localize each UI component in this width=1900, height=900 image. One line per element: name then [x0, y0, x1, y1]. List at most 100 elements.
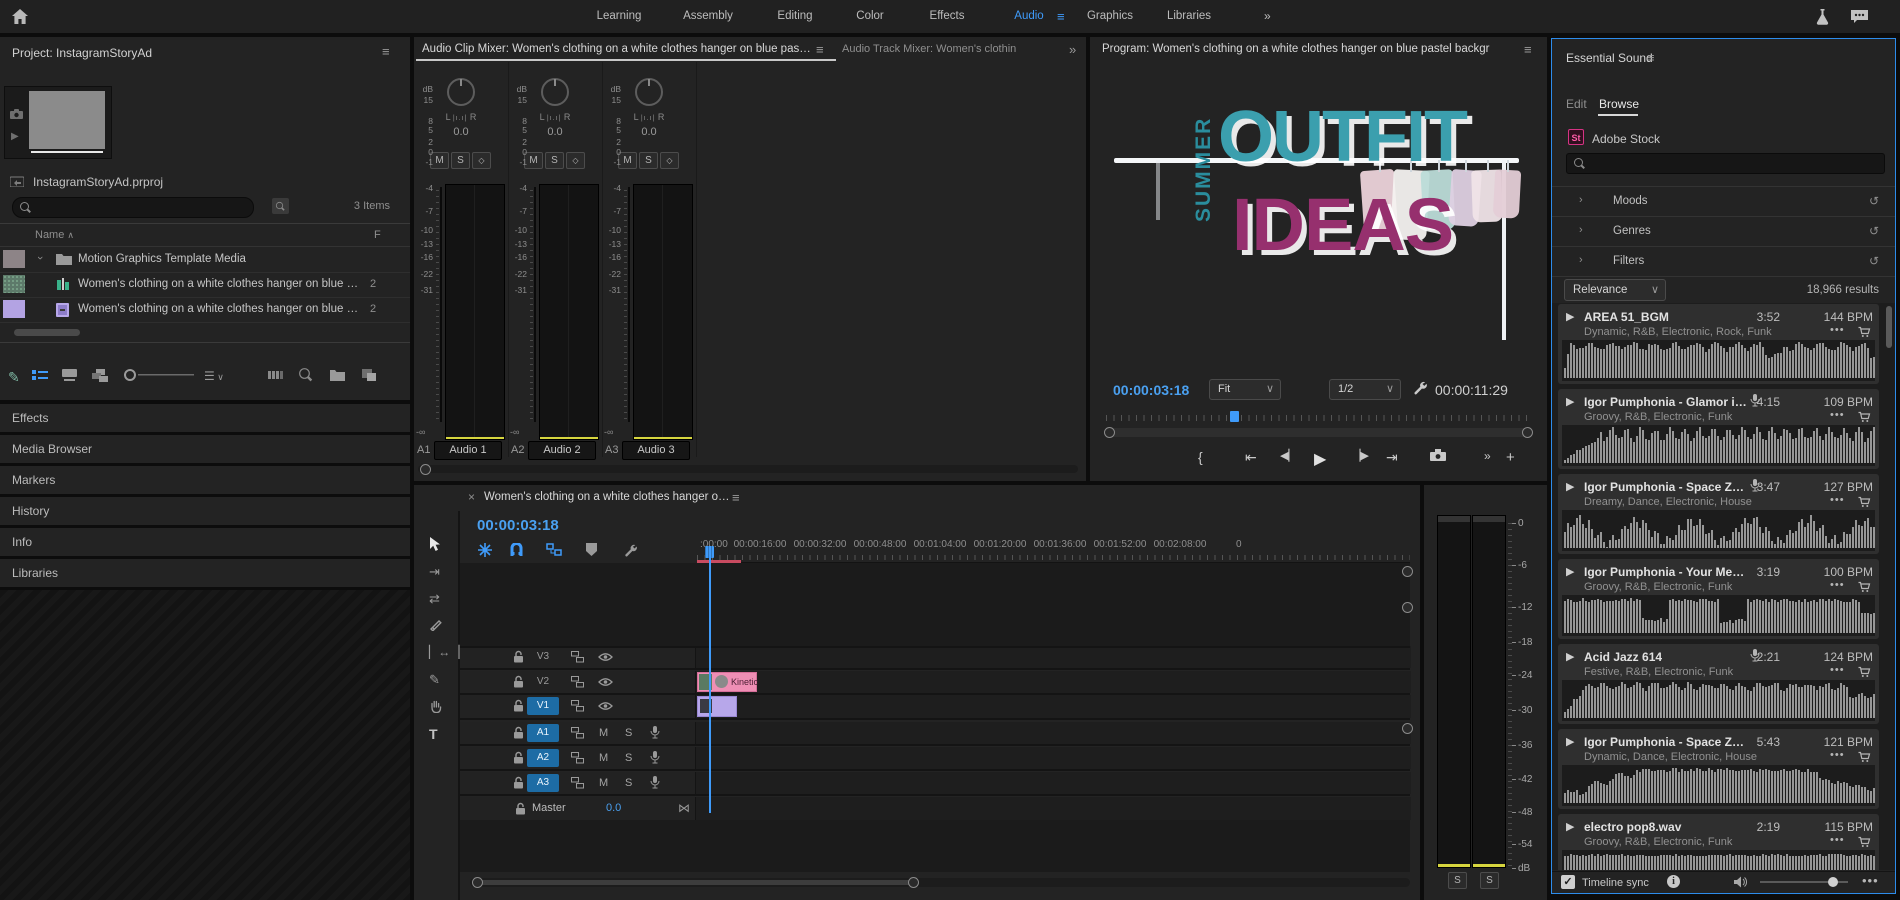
add-to-cart-icon[interactable]: [1858, 411, 1871, 423]
track-title[interactable]: Igor Pumphonia - Space Zone X3(2): [1584, 480, 1749, 494]
find-icon[interactable]: [300, 369, 309, 381]
mixer-tab-overflow[interactable]: »: [1069, 42, 1076, 57]
timeline-sync-checkbox[interactable]: ✓: [1561, 875, 1575, 889]
add-marker-icon[interactable]: {: [1198, 449, 1203, 465]
sync-lock-icon[interactable]: [571, 651, 584, 663]
sync-lock-icon[interactable]: [571, 777, 584, 789]
play-icon[interactable]: ▶: [1566, 395, 1574, 408]
lock-icon[interactable]: [513, 776, 524, 789]
play-icon[interactable]: ▶: [1566, 565, 1574, 578]
lock-icon[interactable]: [513, 699, 524, 712]
workspace-tab-editing[interactable]: Editing: [777, 10, 812, 22]
freeform-view-icon[interactable]: [92, 369, 108, 382]
play-icon[interactable]: ▶: [1566, 735, 1574, 748]
play-icon[interactable]: ▶: [1566, 310, 1574, 323]
sync-lock-icon[interactable]: [571, 727, 584, 739]
track-target-a3[interactable]: A3: [527, 774, 559, 792]
mic-icon[interactable]: [650, 776, 660, 789]
essential-sound-menu[interactable]: ≡: [1647, 50, 1655, 65]
es-scrollbar[interactable]: [1886, 306, 1892, 348]
more-options-icon[interactable]: •••: [1830, 409, 1845, 421]
play-icon[interactable]: ▶: [1566, 480, 1574, 493]
info-icon[interactable]: i: [1667, 875, 1680, 888]
list-view-icon[interactable]: [32, 369, 48, 381]
tab-audio-clip-mixer[interactable]: Audio Clip Mixer: Women's clothing on a …: [422, 43, 812, 55]
section-filters[interactable]: › Filters ↺: [1552, 246, 1895, 276]
find-bin-icon[interactable]: [272, 198, 289, 214]
section-genres[interactable]: › Genres ↺: [1552, 216, 1895, 246]
play-icon[interactable]: ▶: [1566, 650, 1574, 663]
pen-tool-icon[interactable]: ✎: [8, 369, 20, 386]
track-title[interactable]: Acid Jazz 614: [1584, 650, 1749, 664]
program-panel-title[interactable]: Program: Women's clothing on a white clo…: [1102, 43, 1512, 55]
track-title[interactable]: Igor Pumphonia - Your Measurement (O...: [1584, 565, 1749, 579]
track-name-field[interactable]: Audio 2: [528, 441, 596, 460]
column-name[interactable]: Name ∧: [35, 229, 74, 241]
sync-lock-icon[interactable]: [571, 676, 584, 688]
workspace-tab-effects[interactable]: Effects: [930, 10, 965, 22]
timeline-hscrollbar[interactable]: [470, 878, 1410, 887]
panel-header-info[interactable]: Info: [0, 528, 410, 556]
eye-icon[interactable]: [598, 652, 613, 662]
slip-tool[interactable]: ▏↔▕: [429, 645, 459, 659]
timeline-empty-area[interactable]: [460, 820, 1410, 872]
waveform[interactable]: [1562, 595, 1875, 636]
video-track-v3[interactable]: V3: [460, 646, 1410, 670]
reset-icon[interactable]: ↺: [1869, 194, 1879, 208]
add-to-cart-icon[interactable]: [1858, 751, 1871, 763]
track-target-v2[interactable]: V2: [527, 673, 559, 691]
reset-icon[interactable]: ↺: [1869, 224, 1879, 238]
more-icon[interactable]: •••: [1862, 873, 1879, 888]
step-back-icon[interactable]: ◀▏: [1280, 449, 1297, 462]
add-marker-icon[interactable]: [586, 543, 597, 556]
panel-header-markers[interactable]: Markers: [0, 466, 410, 494]
selection-tool[interactable]: [429, 537, 441, 552]
speaker-icon[interactable]: [1734, 876, 1747, 888]
more-options-icon[interactable]: •••: [1830, 834, 1845, 846]
row-label[interactable]: Women's clothing on a white clothes hang…: [78, 303, 363, 315]
panel-header-effects[interactable]: Effects: [0, 404, 410, 432]
track-title[interactable]: Igor Pumphonia - Space Zone X2(5): [1584, 735, 1749, 749]
panel-header-libraries[interactable]: Libraries: [0, 559, 410, 587]
mixer-hscrollbar[interactable]: [418, 465, 1078, 473]
solo-button[interactable]: S: [625, 777, 632, 789]
more-options-icon[interactable]: •••: [1830, 749, 1845, 761]
track-title[interactable]: AREA 51_BGM: [1584, 310, 1749, 324]
go-to-out-icon[interactable]: ⇥: [1386, 449, 1398, 466]
project-hscrollbar[interactable]: [14, 329, 80, 336]
beaker-icon[interactable]: [1815, 8, 1830, 25]
more-options-icon[interactable]: •••: [1830, 664, 1845, 676]
razor-tool[interactable]: [429, 618, 442, 631]
program-settings-icon[interactable]: [1413, 380, 1428, 395]
workspace-overflow[interactable]: »: [1264, 9, 1271, 23]
track-title[interactable]: electro pop8.wav: [1584, 820, 1749, 834]
audio-track-card[interactable]: ▶ Igor Pumphonia - Your Measurement (O..…: [1558, 559, 1879, 639]
timeline-vscroll-handle[interactable]: [1402, 566, 1413, 577]
timeline-clip-video[interactable]: [697, 696, 737, 717]
timeline-timecode[interactable]: 00:00:03:18: [477, 517, 559, 534]
fader-track[interactable]: [628, 187, 630, 422]
project-back-icon[interactable]: [10, 175, 24, 187]
tab-browse[interactable]: Browse: [1599, 97, 1639, 111]
solo-button[interactable]: S: [625, 752, 632, 764]
pan-knob[interactable]: [541, 78, 569, 106]
zoom-slider[interactable]: [124, 369, 196, 381]
audio-track-a3[interactable]: A3 M S: [460, 772, 1410, 796]
add-to-cart-icon[interactable]: [1858, 326, 1871, 338]
track-target-v1[interactable]: V1: [527, 697, 559, 715]
lock-icon[interactable]: [513, 650, 524, 663]
mute-button[interactable]: M: [599, 777, 608, 789]
fader-track[interactable]: [440, 187, 442, 422]
master-volume-value[interactable]: 0.0: [606, 802, 621, 814]
track-title[interactable]: Igor Pumphonia - Glamor in Life (Origin: [1584, 395, 1749, 409]
track-name-field[interactable]: Audio 3: [622, 441, 690, 460]
sync-lock-icon[interactable]: [571, 700, 584, 712]
mic-icon[interactable]: [650, 751, 660, 764]
tab-timeline-sequence[interactable]: Women's clothing on a white clothes hang…: [484, 491, 734, 503]
timeline-panel-menu[interactable]: ≡: [732, 490, 740, 505]
video-track-v1[interactable]: V1: [460, 695, 1410, 720]
column-f[interactable]: F: [374, 229, 381, 241]
es-search-input[interactable]: [1566, 153, 1885, 174]
waveform[interactable]: [1562, 510, 1875, 551]
timeline-vscroll-handle[interactable]: [1402, 723, 1413, 734]
